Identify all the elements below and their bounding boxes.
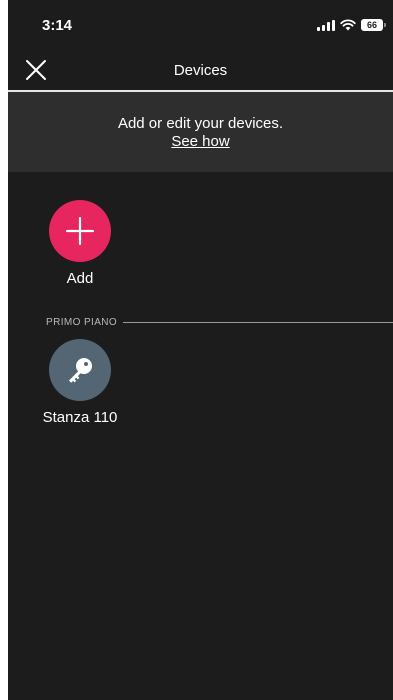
device-circle[interactable] — [49, 339, 111, 401]
add-label: Add — [66, 270, 94, 287]
status-bar: 3:14 66 — [8, 0, 393, 50]
status-icons: 66 — [317, 19, 386, 31]
device-label: Stanza 110 — [42, 409, 118, 426]
info-text: Add or edit your devices. — [117, 115, 284, 132]
see-how-link[interactable]: See how — [8, 133, 393, 150]
status-time: 3:14 — [42, 17, 73, 34]
wifi-icon — [340, 19, 356, 31]
add-device-button[interactable]: Add — [35, 200, 125, 287]
app-screen: 3:14 66 Devices Add or edit your devices… — [8, 0, 393, 700]
plus-icon — [65, 216, 95, 246]
section-label: PRIMO PIANO — [46, 317, 118, 328]
section-divider — [123, 322, 393, 323]
info-banner: Add or edit your devices. See how — [8, 92, 393, 172]
device-tile-stanza-110[interactable]: Stanza 110 — [35, 339, 125, 426]
signal-icon — [317, 19, 335, 31]
page-title: Devices — [173, 62, 228, 79]
add-circle[interactable] — [49, 200, 111, 262]
nav-bar: Devices — [8, 50, 393, 92]
key-icon — [69, 358, 92, 383]
battery-icon: 66 — [361, 19, 386, 31]
section-header: PRIMO PIANO — [46, 317, 393, 328]
